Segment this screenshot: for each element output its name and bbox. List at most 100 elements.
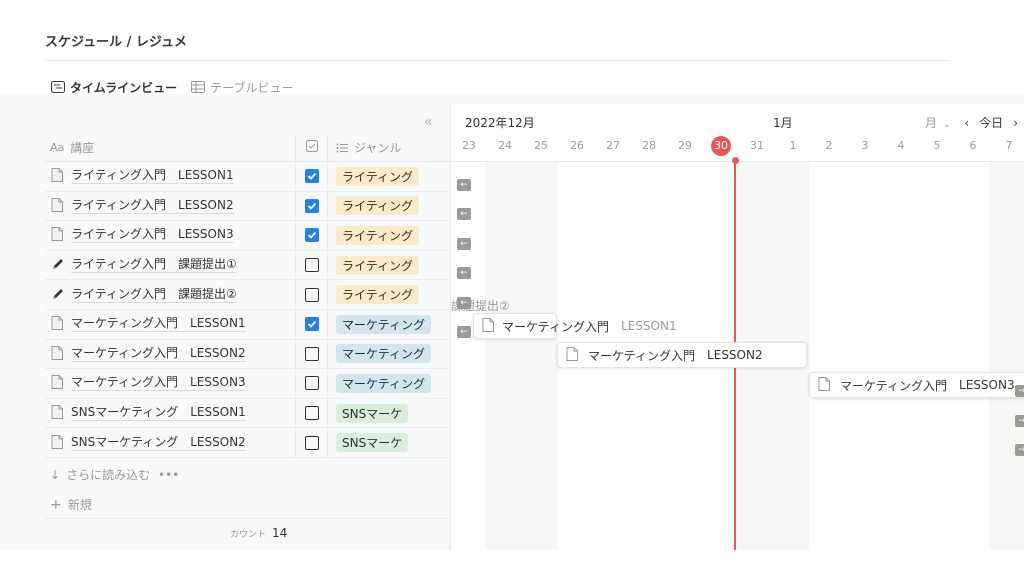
collapse-table-button[interactable]: « <box>424 114 433 130</box>
row-genre-cell[interactable]: ライティング <box>327 162 450 191</box>
row-checkbox-cell <box>295 221 327 250</box>
row-genre-cell[interactable]: SNSマーケ <box>327 428 450 457</box>
row-checkbox[interactable] <box>304 287 319 302</box>
row-name-cell[interactable]: マーケティング入門 LESSON1 <box>45 316 295 333</box>
genre-tag: SNSマーケ <box>336 433 409 453</box>
day-label: 29 <box>678 139 692 152</box>
scroll-to-item-left-icon[interactable]: ← <box>457 208 471 220</box>
tab-label: タイムラインビュー <box>70 80 178 95</box>
row-checkbox-cell <box>295 428 327 457</box>
page-title: スケジュール / レジュメ <box>45 35 187 50</box>
row-checkbox[interactable] <box>304 317 319 332</box>
row-name: ライティング入門 課題提出② <box>71 286 237 303</box>
row-checkbox-cell <box>295 398 327 428</box>
table-row[interactable]: マーケティング入門 LESSON1 マーケティング <box>45 309 450 340</box>
page-icon <box>51 197 65 214</box>
row-checkbox-cell <box>295 250 327 280</box>
today-button[interactable]: 今日 <box>979 114 1003 131</box>
title-divider <box>45 60 949 61</box>
timeline-bar[interactable]: マーケティング入門 LESSON1 <box>473 313 677 339</box>
row-name-cell[interactable]: SNSマーケティング LESSON2 <box>45 434 295 451</box>
scroll-to-item-left-icon[interactable]: ← <box>457 297 471 309</box>
table-header: Aa 講座 ジャンル <box>45 134 450 162</box>
row-checkbox[interactable] <box>304 435 319 450</box>
checkbox-icon <box>305 140 318 155</box>
bar-suffix: LESSON3 <box>959 378 1015 392</box>
row-name-cell[interactable]: ライティング入門 LESSON2 <box>45 197 295 214</box>
row-genre-cell[interactable]: マーケティング <box>327 369 450 398</box>
chevron-down-icon: ⌄ <box>942 120 951 130</box>
row-name-cell[interactable]: ライティング入門 課題提出① <box>45 257 295 274</box>
day-label: 4 <box>897 139 905 152</box>
table-row[interactable]: マーケティング入門 LESSON2 マーケティング <box>45 339 450 370</box>
chevron-right-icon[interactable]: › <box>1013 116 1018 130</box>
row-checkbox[interactable] <box>304 376 319 391</box>
load-more-button[interactable]: ↓ さらに読み込む ••• <box>50 466 179 483</box>
row-checkbox-cell <box>295 369 327 398</box>
row-genre-cell[interactable]: ライティング <box>327 191 450 221</box>
table-row[interactable]: ライティング入門 LESSON3 ライティング <box>45 221 450 251</box>
scroll-to-item-left-icon[interactable]: ← <box>457 238 471 250</box>
bar-title: マーケティング入門 <box>840 378 948 393</box>
table-row[interactable]: SNSマーケティング LESSON1 SNSマーケ <box>45 398 450 429</box>
table-row[interactable]: マーケティング入門 LESSON3 マーケティング <box>45 369 450 399</box>
row-name-cell[interactable]: ライティング入門 LESSON3 <box>45 227 295 244</box>
timeline-bar[interactable]: マーケティング入門 LESSON3 <box>809 372 1024 398</box>
genre-tag: ライティング <box>336 255 420 275</box>
scroll-to-item-right-icon[interactable]: → <box>1015 385 1024 397</box>
weekend-column <box>989 162 1024 550</box>
row-checkbox[interactable] <box>304 406 319 421</box>
header-name[interactable]: Aa 講座 <box>45 139 295 156</box>
day-label: 2 <box>825 139 833 152</box>
table-row[interactable]: ライティング入門 LESSON2 ライティング <box>45 191 450 222</box>
page-icon <box>51 375 65 391</box>
row-genre-cell[interactable]: ライティング <box>327 221 450 250</box>
row-genre-cell[interactable]: ライティング <box>327 280 450 309</box>
page-icon <box>51 168 65 184</box>
pen-icon <box>51 257 65 273</box>
row-name-cell[interactable]: マーケティング入門 LESSON3 <box>45 375 295 392</box>
table-row[interactable]: ライティング入門 課題提出① ライティング <box>45 250 450 281</box>
table-row[interactable]: ライティング入門 LESSON1 ライティング <box>45 162 450 192</box>
scroll-to-item-right-icon[interactable]: → <box>1015 415 1024 427</box>
row-checkbox[interactable] <box>304 346 319 361</box>
row-name-cell[interactable]: ライティング入門 課題提出② <box>45 287 295 303</box>
more-options-icon[interactable]: ••• <box>158 468 179 482</box>
view-mode-select[interactable]: 月 ⌄ <box>925 114 950 131</box>
table-row[interactable]: SNSマーケティング LESSON2 SNSマーケ <box>45 428 450 458</box>
row-name-cell[interactable]: ライティング入門 LESSON1 <box>45 168 295 185</box>
table-row[interactable]: ライティング入門 課題提出② ライティング <box>45 280 450 310</box>
row-name: マーケティング入門 LESSON2 <box>71 345 246 362</box>
genre-tag: マーケティング <box>336 373 432 393</box>
row-checkbox[interactable] <box>304 228 319 243</box>
timeline-bar[interactable]: マーケティング入門 LESSON2 <box>557 342 807 368</box>
chevron-left-icon[interactable]: ‹ <box>964 116 969 130</box>
row-checkbox[interactable] <box>304 258 319 273</box>
row-checkbox[interactable] <box>304 198 319 213</box>
day-label: 31 <box>750 139 764 152</box>
month-label-january: 1月 <box>773 116 793 130</box>
header-genre[interactable]: ジャンル <box>327 134 450 161</box>
pen-icon <box>51 287 65 303</box>
new-row-button[interactable]: + 新規 <box>50 496 92 513</box>
bar-title: マーケティング入門 <box>588 348 696 363</box>
day-label: 25 <box>534 139 548 152</box>
genre-tag: ライティング <box>336 196 420 216</box>
row-genre-cell[interactable]: マーケティング <box>327 309 450 339</box>
day-label: 28 <box>642 139 656 152</box>
row-name-cell[interactable]: マーケティング入門 LESSON2 <box>45 345 295 362</box>
row-name: ライティング入門 課題提出① <box>71 257 237 274</box>
scroll-to-item-left-icon[interactable]: ← <box>457 267 471 279</box>
page-icon <box>51 316 65 332</box>
row-name-cell[interactable]: SNSマーケティング LESSON1 <box>45 405 295 422</box>
row-checkbox[interactable] <box>304 169 319 184</box>
scroll-to-item-left-icon[interactable]: ← <box>457 179 471 191</box>
row-genre-cell[interactable]: SNSマーケ <box>327 398 450 428</box>
row-genre-cell[interactable]: マーケティング <box>327 339 450 369</box>
row-name: ライティング入門 LESSON1 <box>71 168 234 185</box>
scroll-to-item-right-icon[interactable]: → <box>1015 444 1024 456</box>
row-genre-cell[interactable]: ライティング <box>327 250 450 280</box>
header-checkbox[interactable] <box>295 134 327 161</box>
scroll-to-item-left-icon[interactable]: ← <box>457 326 471 338</box>
day-label: 7 <box>1005 139 1013 152</box>
